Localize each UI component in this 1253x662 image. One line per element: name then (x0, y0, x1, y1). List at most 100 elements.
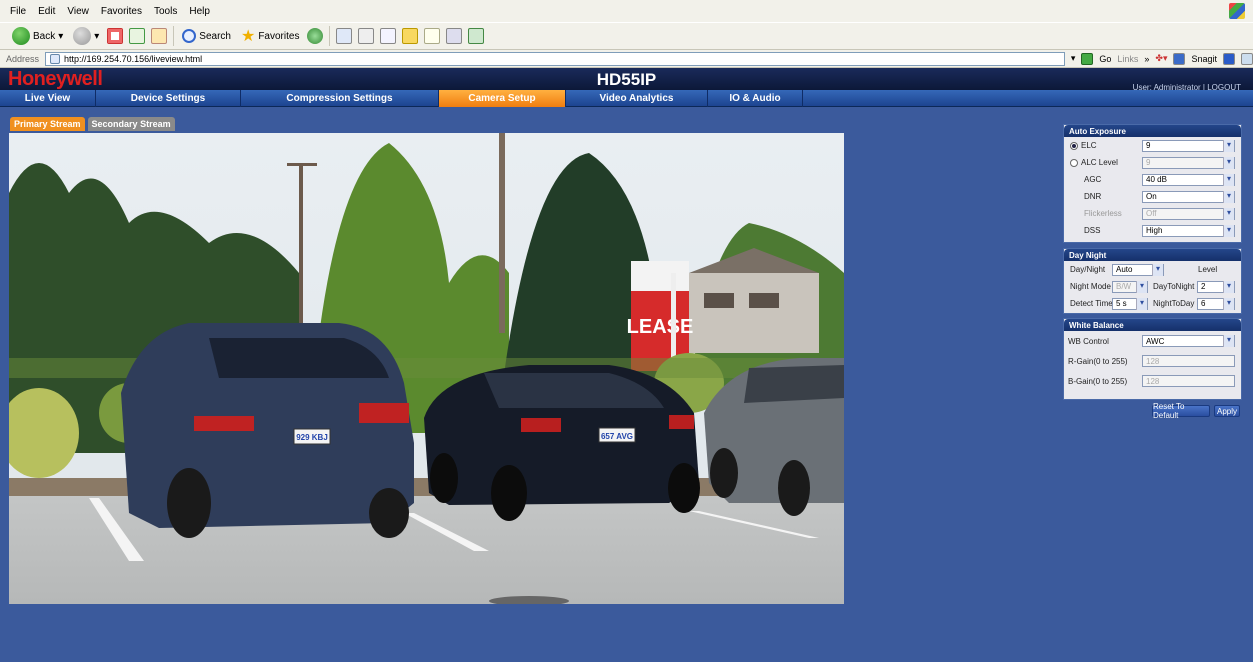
edit-icon[interactable] (380, 28, 397, 44)
snagit-icon[interactable] (1173, 52, 1186, 65)
app-header: Honeywell HD55IP User: Administrator | L… (0, 68, 1253, 92)
address-label: Address (6, 53, 40, 64)
agc-label: AGC (1084, 175, 1102, 184)
detect-time-select[interactable]: 5 s (1112, 297, 1148, 310)
tab-io-audio[interactable]: IO & Audio (708, 90, 803, 107)
back-arrow-icon (12, 27, 30, 45)
address-input[interactable]: http://169.254.70.156/liveview.html (45, 51, 1065, 66)
night-mode-label: Night Mode (1070, 282, 1111, 291)
live-video-feed[interactable]: LEASE 929 KBJ 657 AVG (9, 133, 844, 604)
toolbar-divider (329, 26, 331, 46)
plate-honda: 657 AVG (601, 432, 633, 441)
dnr-select[interactable]: On (1142, 190, 1235, 203)
search-button[interactable]: Search (180, 26, 233, 46)
address-right-group: ▾ Go Links » ✤▾ Snagit (1071, 52, 1253, 65)
day-night-title: Day Night (1064, 249, 1241, 261)
night-mode-row: Night Mode B/W DayToNight 2 (1064, 278, 1241, 295)
chevron-down-icon: ▾ (94, 30, 100, 42)
day-to-night-label: DayToNight (1153, 282, 1195, 291)
chevron-down-icon: ▾ (58, 30, 64, 42)
menu-help[interactable]: Help (189, 6, 210, 17)
detect-time-row: Detect Time 5 s NightToDay 6 (1064, 295, 1241, 312)
wb-control-select[interactable]: AWC (1142, 335, 1235, 347)
snagit-button[interactable]: Snagit (1191, 54, 1217, 64)
night-to-day-label: NightToDay (1153, 299, 1195, 308)
night-mode-select[interactable]: B/W (1112, 280, 1148, 293)
back-button[interactable]: Back ▾ (10, 26, 65, 46)
daynight-select[interactable]: Auto (1112, 263, 1164, 276)
go-arrow-icon[interactable] (1081, 52, 1094, 65)
links-button[interactable]: Links (1117, 54, 1138, 64)
alc-select[interactable]: 9 (1142, 156, 1235, 169)
b-gain-row: B-Gain(0 to 255) 128 (1064, 371, 1241, 391)
folder-icon[interactable] (402, 28, 419, 44)
b-gain-label: B-Gain(0 to 255) (1068, 376, 1128, 386)
white-balance-panel: White Balance WB Control AWC R-Gain(0 to… (1063, 318, 1242, 400)
star-icon: ★ (240, 28, 256, 45)
research-icon[interactable] (446, 28, 463, 44)
agc-select[interactable]: 40 dB (1142, 173, 1235, 186)
menu-view[interactable]: View (67, 6, 89, 17)
elc-select[interactable]: 9 (1142, 139, 1235, 152)
level-label: Level (1198, 265, 1218, 274)
menu-edit[interactable]: Edit (38, 6, 55, 17)
elc-row: ELC 9 (1064, 137, 1241, 154)
reset-to-default-button[interactable]: Reset To Default (1152, 402, 1210, 420)
print-icon[interactable] (358, 28, 375, 44)
tab-compression-settings[interactable]: Compression Settings (241, 90, 439, 107)
favorites-button[interactable]: ★ Favorites (239, 26, 301, 46)
home-icon[interactable] (151, 28, 168, 44)
elc-radio[interactable] (1070, 141, 1078, 150)
forward-button[interactable]: ▾ (71, 26, 101, 46)
auto-exposure-title: Auto Exposure (1064, 125, 1241, 137)
stream-tabs: Primary Stream Secondary Stream (10, 117, 175, 131)
tab-primary-stream[interactable]: Primary Stream (10, 117, 85, 131)
address-dropdown-icon[interactable]: ▾ (1071, 53, 1076, 64)
flickerless-select[interactable]: Off (1142, 207, 1235, 220)
mail-icon[interactable] (336, 28, 353, 44)
menu-tools[interactable]: Tools (154, 6, 177, 17)
day-to-night-select[interactable]: 2 (1197, 280, 1235, 293)
browser-toolbar: Back ▾ ▾ Search ★ Favorites (0, 22, 1253, 50)
dss-select[interactable]: High (1142, 224, 1235, 237)
apply-button[interactable]: Apply (1214, 405, 1240, 417)
agc-row: AGC 40 dB (1064, 171, 1241, 188)
white-balance-title: White Balance (1064, 319, 1241, 331)
favorites-label: Favorites (258, 30, 300, 42)
alc-label: ALC Level (1081, 158, 1118, 167)
messenger-icon[interactable] (424, 28, 441, 44)
go-button[interactable]: Go (1099, 54, 1111, 64)
menu-file[interactable]: File (10, 6, 26, 17)
tab-device-settings[interactable]: Device Settings (96, 90, 241, 107)
alc-radio[interactable] (1070, 158, 1078, 167)
page-icon (50, 53, 61, 64)
tab-video-analytics[interactable]: Video Analytics (566, 90, 708, 107)
b-gain-input[interactable]: 128 (1142, 375, 1235, 387)
flickerless-label: Flickerless (1084, 209, 1122, 218)
wb-control-label: WB Control (1068, 336, 1109, 346)
plate-van: 929 KBJ (296, 433, 328, 442)
history-icon[interactable] (307, 28, 324, 44)
night-to-day-select[interactable]: 6 (1197, 297, 1235, 310)
back-label: Back (33, 30, 56, 42)
r-gain-row: R-Gain(0 to 255) 128 (1064, 351, 1241, 371)
dss-label: DSS (1084, 226, 1101, 235)
chevron-right-icon[interactable]: » (1144, 54, 1149, 64)
toolbar-extension-icon[interactable]: ✤▾ (1155, 53, 1167, 64)
tab-secondary-stream[interactable]: Secondary Stream (87, 117, 175, 131)
browser-menubar: File Edit View Favorites Tools Help (0, 0, 1253, 22)
people-icon[interactable] (468, 28, 485, 44)
auto-exposure-panel: Auto Exposure ELC 9 ALC Level 9 AGC 40 d… (1063, 124, 1242, 243)
windows-logo-icon (1229, 3, 1245, 19)
stop-icon[interactable] (107, 28, 124, 44)
tab-camera-setup[interactable]: Camera Setup (439, 90, 566, 107)
edit-capture-icon[interactable] (1241, 52, 1253, 65)
capture-icon[interactable] (1223, 52, 1235, 65)
daynight-row: Day/Night Auto Level (1064, 261, 1241, 278)
r-gain-input[interactable]: 128 (1142, 355, 1235, 367)
refresh-icon[interactable] (129, 28, 146, 44)
alc-row: ALC Level 9 (1064, 154, 1241, 171)
tab-live-view[interactable]: Live View (0, 90, 96, 107)
menu-favorites[interactable]: Favorites (101, 6, 142, 17)
video-frame-image: LEASE 929 KBJ 657 AVG (9, 133, 844, 604)
